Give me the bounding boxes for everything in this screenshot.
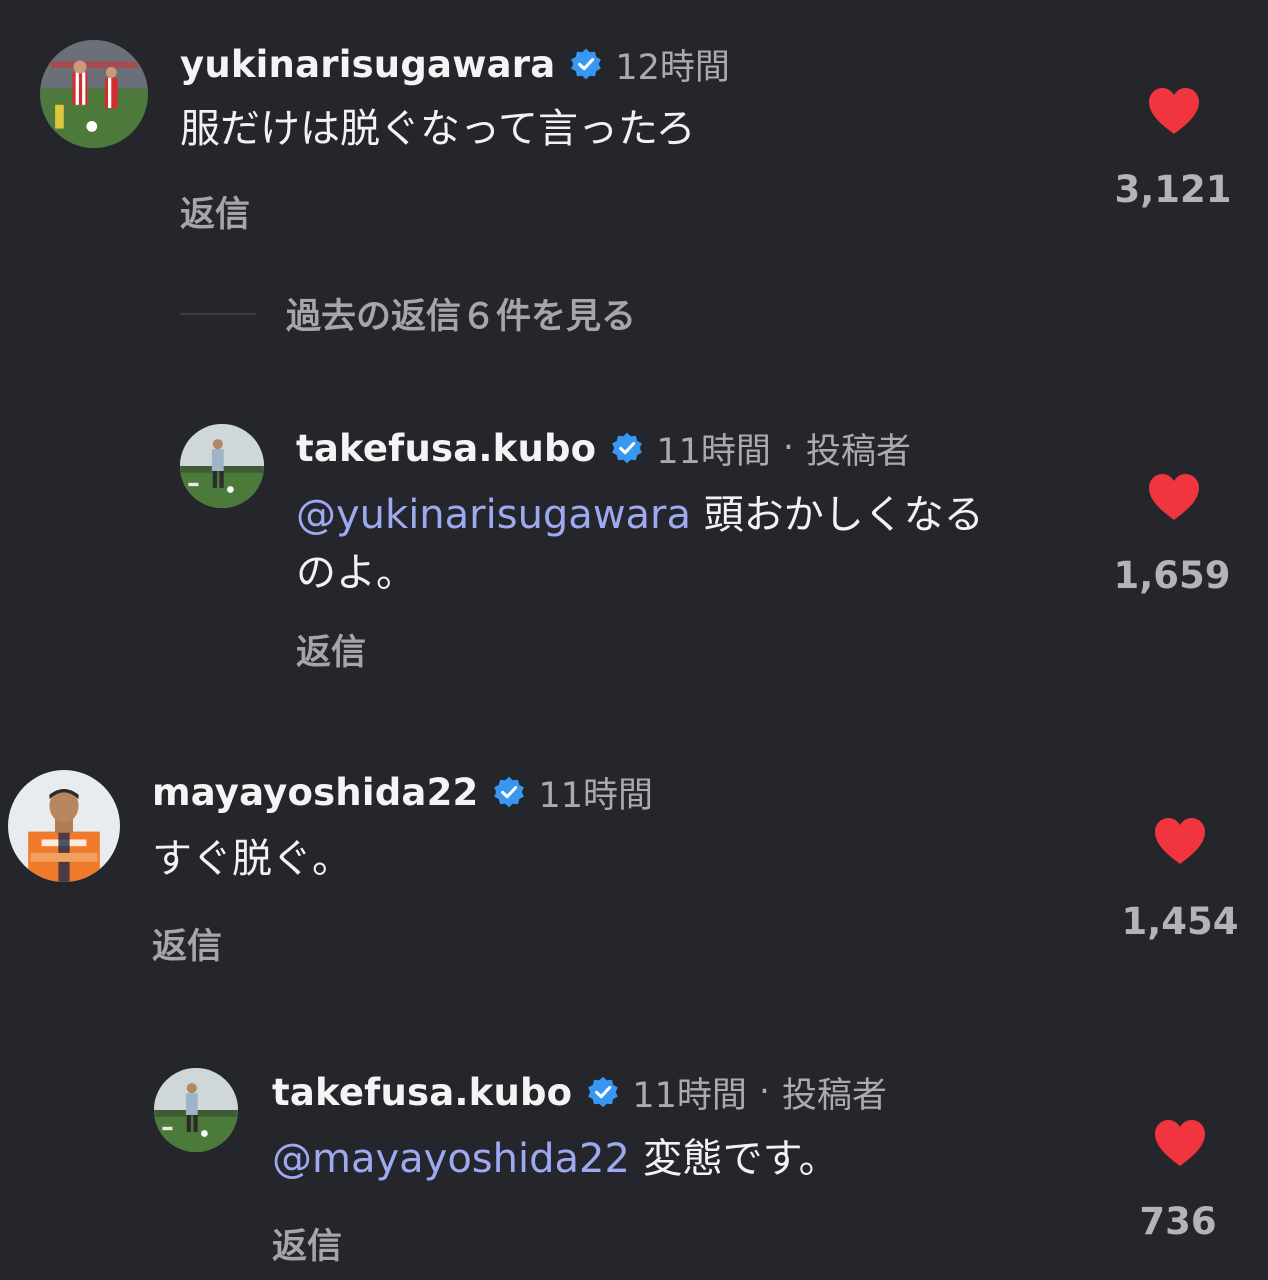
timestamp: 11時間: [538, 775, 654, 816]
avatar-takefusa-kubo[interactable]: [180, 424, 264, 508]
timestamp: 11時間: [632, 1075, 747, 1116]
username[interactable]: mayayoshida22: [152, 771, 478, 814]
reply-button[interactable]: 返信: [272, 1218, 342, 1269]
heart-icon[interactable]: [1152, 1118, 1208, 1168]
avatar-takefusa-kubo[interactable]: [154, 1068, 238, 1152]
like-count: 3,121: [1114, 168, 1232, 211]
author-tag: 投稿者: [782, 1075, 888, 1116]
mention-link[interactable]: @mayayoshida22: [272, 1136, 630, 1182]
divider-line: [180, 312, 256, 315]
avatar-yukinarisugawara[interactable]: [40, 40, 148, 148]
like-count: 1,659: [1113, 554, 1231, 597]
comment-text: @yukinarisugawara 頭おかしくなる のよ。: [296, 492, 984, 596]
comment-header: takefusa.kubo 11時間 · 投稿者: [296, 424, 911, 472]
verified-badge-icon: [610, 431, 644, 465]
verified-badge-icon: [569, 47, 603, 81]
timestamp: 12時間: [615, 47, 730, 88]
like-count: 736: [1139, 1200, 1217, 1243]
heart-icon[interactable]: [1146, 472, 1202, 522]
like-count: 1,454: [1121, 900, 1239, 943]
username[interactable]: takefusa.kubo: [296, 427, 596, 470]
separator-dot: ·: [758, 1072, 770, 1112]
verified-badge-icon: [586, 1075, 620, 1109]
view-previous-replies-button[interactable]: 過去の返信６件を見る: [180, 288, 636, 339]
heart-icon[interactable]: [1152, 816, 1208, 866]
view-replies-label: 過去の返信６件を見る: [286, 297, 637, 337]
reply-button[interactable]: 返信: [152, 918, 222, 969]
verified-badge-icon: [492, 775, 526, 809]
comment-header: takefusa.kubo 11時間 · 投稿者: [272, 1068, 887, 1116]
comment-header: mayayoshida22 11時間: [152, 768, 653, 816]
separator-dot: ·: [782, 428, 794, 468]
avatar-mayayoshida22[interactable]: [8, 770, 120, 882]
comment-text: すぐ脱ぐ。: [152, 836, 352, 882]
author-tag: 投稿者: [806, 431, 912, 472]
comment-text: @mayayoshida22 変態です。: [272, 1136, 839, 1182]
mention-link[interactable]: @yukinarisugawara: [296, 492, 691, 538]
reply-button[interactable]: 返信: [180, 186, 250, 237]
comment-text: 服だけは脱ぐなって言ったろ: [180, 106, 696, 152]
comment-header: yukinarisugawara 12時間: [180, 40, 730, 88]
timestamp: 11時間: [656, 431, 771, 472]
reply-button[interactable]: 返信: [296, 624, 366, 675]
username[interactable]: yukinarisugawara: [180, 43, 555, 86]
heart-icon[interactable]: [1146, 86, 1202, 136]
username[interactable]: takefusa.kubo: [272, 1071, 572, 1114]
